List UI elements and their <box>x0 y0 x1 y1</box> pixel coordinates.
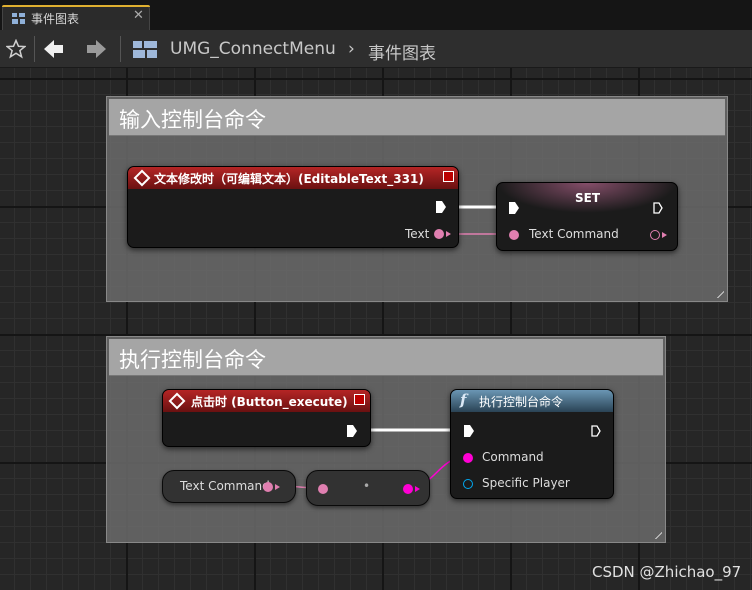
delegate-pin-icon[interactable] <box>354 394 365 405</box>
variable-getter-node[interactable]: Text Command <box>162 470 296 503</box>
chevron-right-icon: › <box>348 39 355 59</box>
back-arrow-icon[interactable] <box>43 39 65 59</box>
function-node-execute-console-command[interactable]: f 执行控制台命令 Command Specific Player <box>450 389 614 499</box>
pin-label: Text Command <box>180 479 270 493</box>
node-title: 执行控制台命令 <box>479 395 564 409</box>
graph-canvas[interactable]: 输入控制台命令 执行控制台命令 文本修改时（可编辑文本）(EditableTex… <box>0 68 752 590</box>
node-title: SET <box>575 191 601 205</box>
pin-arrow-icon <box>415 486 420 492</box>
pin-label: Command <box>482 450 544 464</box>
text-pin-icon[interactable] <box>263 482 273 492</box>
watermark: CSDN @Zhichao_97 <box>592 563 742 581</box>
string-pin-icon[interactable] <box>463 453 473 463</box>
pin-label: Specific Player <box>482 476 570 490</box>
pin-arrow-icon <box>275 484 280 490</box>
event-node-button-clicked[interactable]: 点击时 (Button_execute) <box>162 389 371 447</box>
text-pin-icon[interactable] <box>509 230 519 240</box>
breadcrumb-graph[interactable]: 事件图表 <box>368 39 436 64</box>
text-pin-icon[interactable] <box>318 484 328 494</box>
pin-label: Text Command <box>529 227 619 241</box>
set-variable-node[interactable]: SET Text Command <box>496 182 678 251</box>
tab-accent <box>2 5 150 7</box>
conversion-dot: • <box>363 479 371 493</box>
blueprint-icon <box>133 41 157 58</box>
toolbar-separator <box>34 36 35 62</box>
close-icon[interactable]: ✕ <box>133 8 144 23</box>
conversion-node[interactable]: • <box>306 470 430 506</box>
comment-title: 输入控制台命令 <box>119 108 266 132</box>
node-title: 文本修改时（可编辑文本）(EditableText_331) <box>154 172 424 186</box>
pin-arrow-icon <box>446 231 451 237</box>
pin-arrow-icon <box>662 232 667 238</box>
resize-handle-icon[interactable] <box>650 527 662 539</box>
event-node-text-changed[interactable]: 文本修改时（可编辑文本）(EditableText_331) Text <box>127 166 459 248</box>
exec-pin-icon[interactable] <box>347 425 357 437</box>
string-pin-icon[interactable] <box>403 484 413 494</box>
tab-label: 事件图表 <box>31 12 80 26</box>
comment-title-bar[interactable]: 输入控制台命令 <box>109 99 725 136</box>
toolbar-separator <box>120 36 121 62</box>
node-title: 点击时 (Button_execute) <box>191 395 348 409</box>
exec-pin-icon[interactable] <box>591 425 601 437</box>
star-icon[interactable] <box>6 39 26 59</box>
text-pin-icon[interactable] <box>434 229 444 239</box>
comment-title: 执行控制台命令 <box>119 348 266 372</box>
pin-label: Text <box>405 227 430 241</box>
resize-handle-icon[interactable] <box>712 286 724 298</box>
tab-bar: 事件图表 ✕ <box>0 0 752 30</box>
delegate-pin-icon[interactable] <box>443 171 454 182</box>
comment-title-bar[interactable]: 执行控制台命令 <box>109 339 663 376</box>
blueprint-icon <box>12 13 25 24</box>
exec-pin-icon[interactable] <box>436 201 446 213</box>
toolbar: UMG_ConnectMenu › 事件图表 <box>0 30 752 68</box>
breadcrumb-asset[interactable]: UMG_ConnectMenu <box>170 39 336 59</box>
object-pin-icon[interactable] <box>463 479 473 489</box>
tab-event-graph[interactable]: 事件图表 ✕ <box>2 5 150 30</box>
function-icon: f <box>460 391 467 409</box>
exec-pin-icon[interactable] <box>653 202 663 214</box>
forward-arrow-icon[interactable] <box>85 39 107 59</box>
exec-pin-icon[interactable] <box>464 425 474 437</box>
exec-pin-icon[interactable] <box>509 202 519 214</box>
text-pin-icon[interactable] <box>650 230 660 240</box>
